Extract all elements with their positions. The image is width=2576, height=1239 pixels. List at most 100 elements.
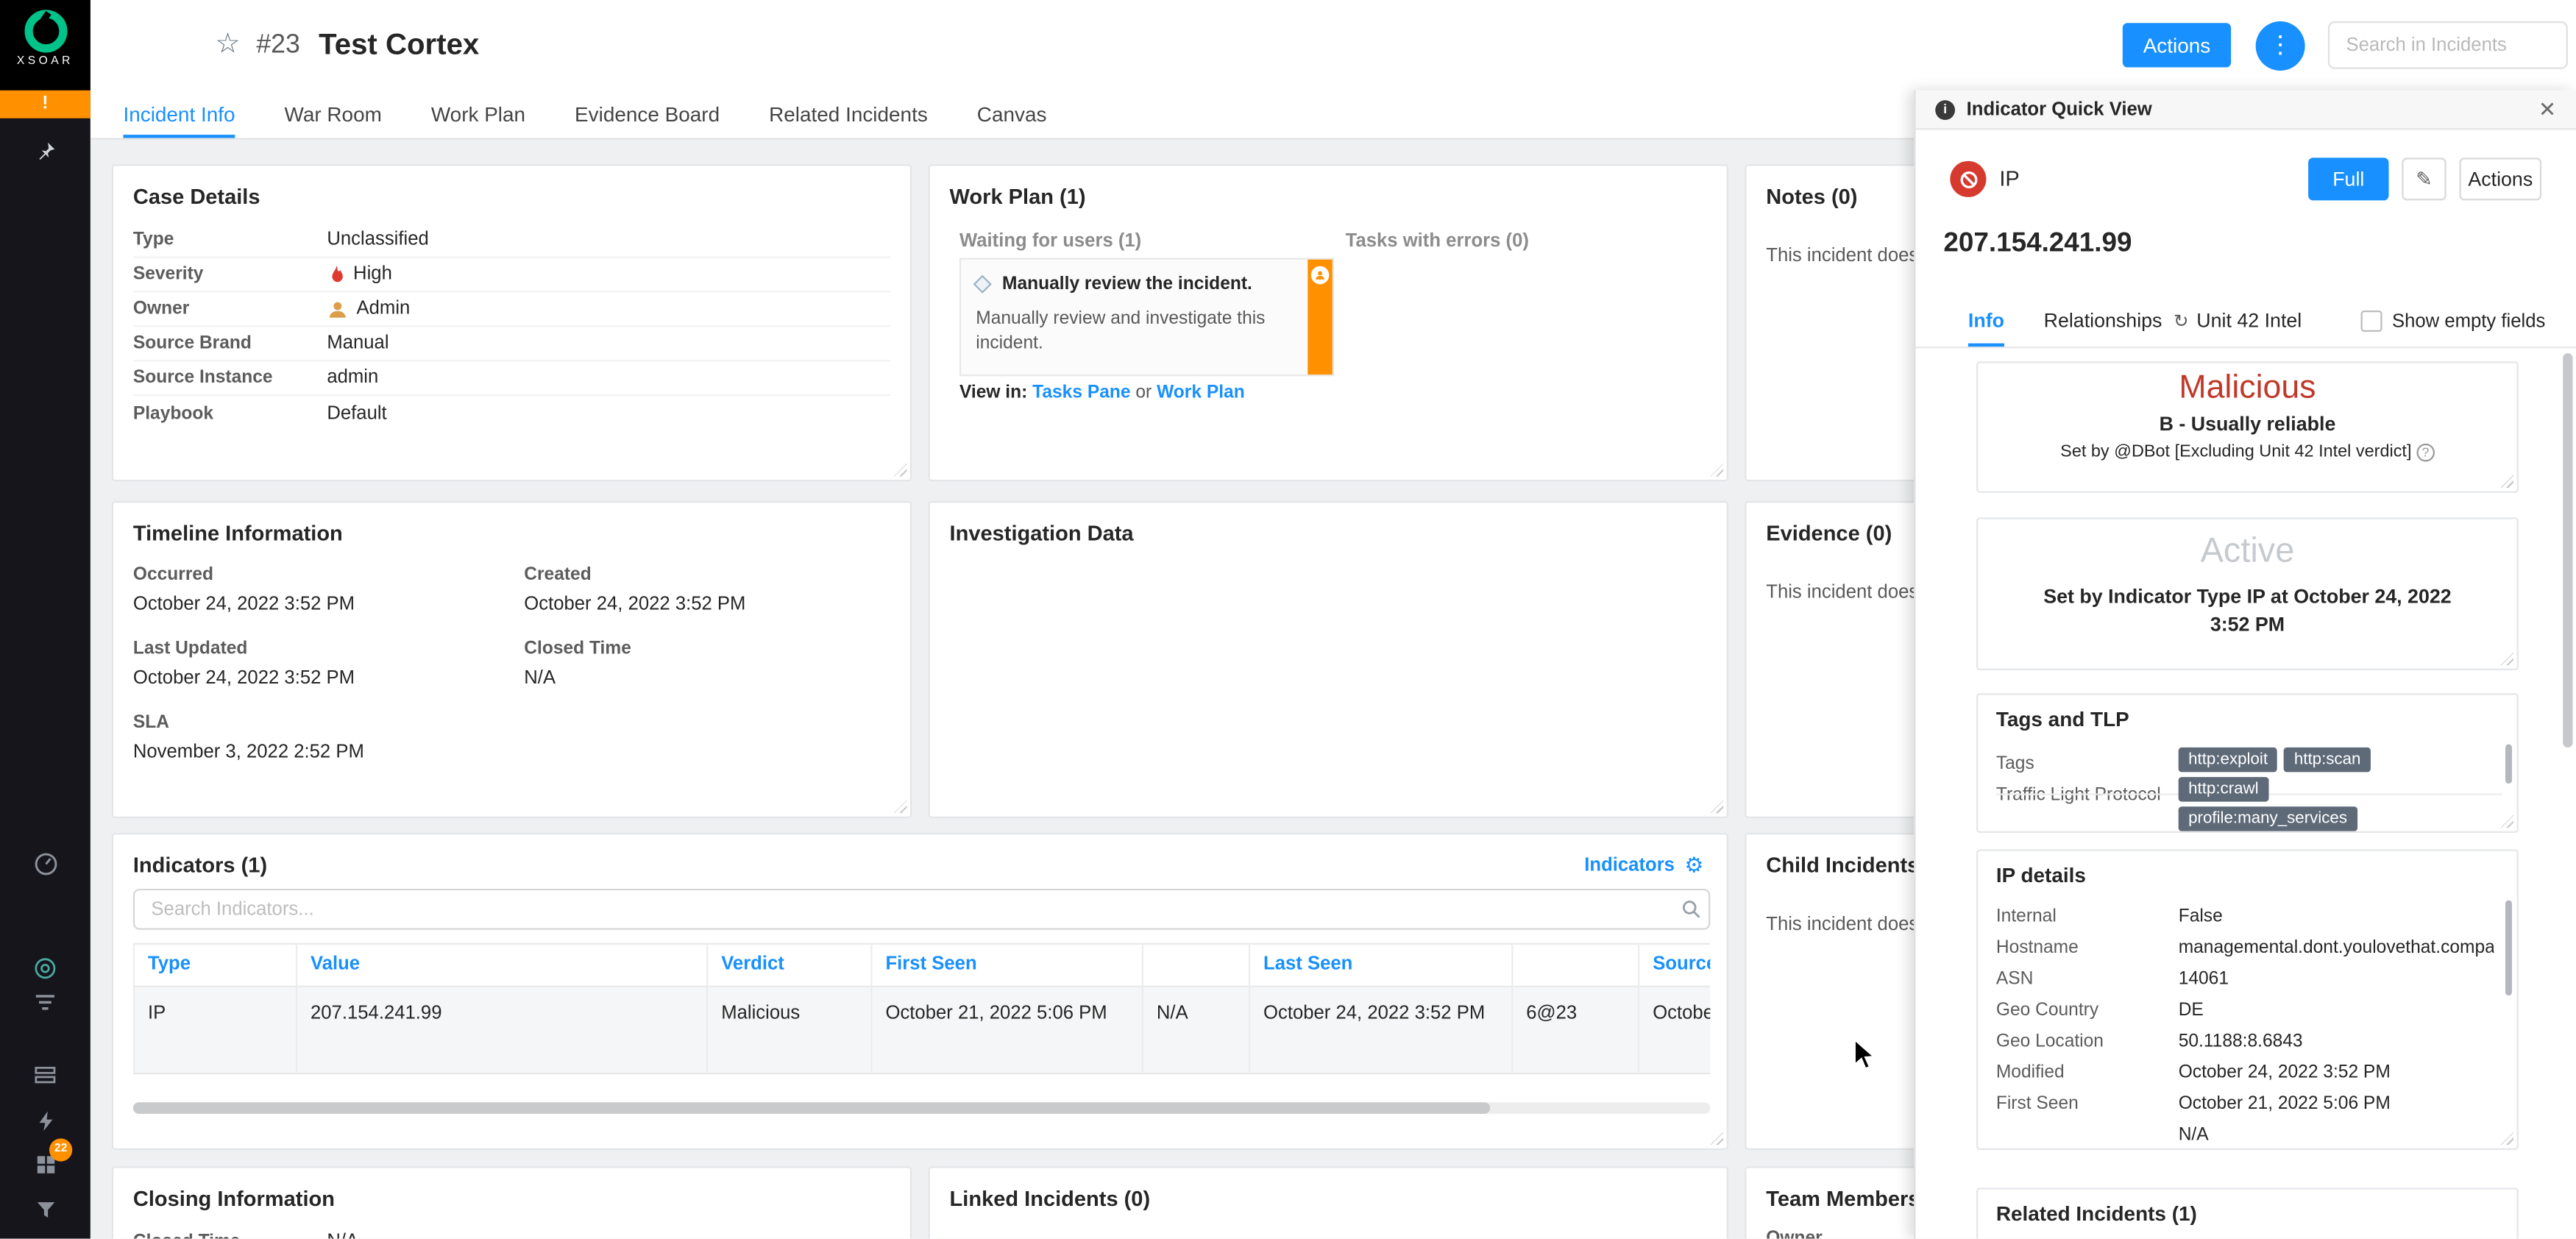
case-row-source-instance: Source Instance admin — [132, 361, 891, 397]
col-first-seen[interactable]: First Seen — [872, 942, 1144, 987]
tab-relationships[interactable]: Relationships — [2044, 309, 2162, 347]
scrollbar-thumb[interactable] — [132, 1102, 1490, 1114]
card-title: Investigation Data — [949, 520, 1134, 546]
detail-row-internal: Internal False — [1995, 906, 2223, 926]
detail-row-modified: Modified October 24, 2022 3:52 PM — [1995, 1062, 2391, 1082]
quick-view-title: Indicator Quick View — [1966, 99, 2152, 119]
automation-bolt-icon[interactable] — [0, 1101, 91, 1140]
indicators-table-header: Type Value Verdict First Seen Last Seen … — [132, 942, 1711, 987]
col-expiration[interactable] — [1143, 942, 1251, 987]
case-details-card: Case Details Type Unclassified Severity … — [111, 164, 912, 482]
tags-card-scrollbar[interactable] — [2505, 744, 2512, 784]
indicator-actions-button[interactable]: Actions — [2459, 157, 2542, 201]
app-root: XSOAR ! 22 ☆ #23 Test Cortex Actions ⋮ S… — [0, 0, 2576, 1239]
indicators-horizontal-scrollbar[interactable] — [132, 1102, 1711, 1114]
case-row-playbook: Playbook Default — [132, 403, 387, 423]
edit-icon[interactable]: ✎ — [2402, 157, 2447, 201]
tag-chip[interactable]: profile:many_services — [2178, 806, 2357, 831]
timeline-card: Timeline Information Occurred October 24… — [111, 501, 912, 818]
xsoar-logo[interactable]: XSOAR — [0, 0, 91, 90]
work-plan-link[interactable]: Work Plan — [1157, 383, 1245, 402]
col-value[interactable]: Value — [297, 942, 709, 987]
verdict-set-by: Set by @DBot [Excluding Unit 42 Intel ve… — [1978, 442, 2516, 461]
dashboard-gauge-icon[interactable] — [0, 845, 91, 884]
panel-scrollbar[interactable] — [2563, 353, 2573, 748]
indicators-table: Type Value Verdict First Seen Last Seen … — [132, 942, 1711, 1075]
col-last-seen[interactable]: Last Seen — [1250, 942, 1514, 987]
indicators-search-input[interactable] — [132, 888, 1711, 930]
close-icon[interactable]: ✕ — [2538, 96, 2556, 123]
threat-intel-target-icon[interactable] — [0, 948, 91, 987]
pin-icon[interactable] — [0, 132, 91, 171]
tasks-with-errors-header[interactable]: Tasks with errors (0) — [1346, 232, 1529, 252]
case-row-owner: Owner Admin — [132, 292, 891, 327]
settings-funnel-icon[interactable] — [0, 1190, 91, 1229]
task-item[interactable]: Manually review the incident. Manually r… — [959, 258, 1335, 377]
xsoar-logo-text: XSOAR — [16, 55, 74, 68]
show-empty-fields-label[interactable]: Show empty fields — [2392, 312, 2545, 332]
xsoar-logo-icon — [24, 10, 67, 53]
closing-information-card: Closing Information Closed Time N/A — [111, 1166, 912, 1239]
tasks-pane-link[interactable]: Tasks Pane — [1032, 383, 1130, 402]
case-details-rows: Type Unclassified Severity High Owner Ad… — [132, 224, 891, 430]
status-set-by: Set by Indicator Type IP at October 24, … — [2043, 584, 2452, 636]
sla-field: SLA November 3, 2022 2:52 PM — [132, 713, 364, 763]
actions-button[interactable]: Actions — [2122, 23, 2232, 68]
work-plan-card: Work Plan (1) Waiting for users (1) Task… — [928, 164, 1728, 482]
tag-chip[interactable]: http:exploit — [2178, 747, 2278, 773]
indicators-link[interactable]: Indicators — [1584, 856, 1675, 876]
cell-related-link[interactable]: 6@23 — [1513, 987, 1640, 1075]
playbooks-library-icon[interactable] — [0, 1057, 91, 1096]
more-options-button[interactable]: ⋮ — [2255, 21, 2305, 71]
indicator-status-text: Active — [2200, 532, 2295, 570]
incident-search-input[interactable] — [2327, 21, 2568, 69]
col-related[interactable] — [1513, 942, 1640, 987]
filter-lines-icon[interactable] — [0, 982, 91, 1022]
sidebar-nav: XSOAR ! 22 — [0, 0, 91, 1239]
card-title: Case Details — [132, 184, 260, 209]
col-verdict[interactable]: Verdict — [708, 942, 873, 987]
closed-time-row: Closed Time N/A — [133, 1232, 890, 1239]
tab-canvas[interactable]: Canvas — [977, 92, 1047, 138]
tab-unit42-intel[interactable]: Unit 42 Intel — [2196, 309, 2302, 347]
col-source-timestamp[interactable]: Source Timestamp — [1639, 942, 1711, 987]
ip-details-scrollbar[interactable] — [2505, 900, 2512, 996]
indicator-table-row[interactable]: IP 207.154.241.99 Malicious October 21, … — [132, 987, 1711, 1075]
case-row-severity: Severity High — [132, 258, 891, 293]
alert-banner[interactable]: ! — [0, 90, 91, 118]
search-icon — [1682, 901, 1700, 918]
ip-details-rows: Internal False Hostname managemental.don… — [1995, 901, 2499, 1149]
tab-evidence-board[interactable]: Evidence Board — [575, 92, 720, 138]
indicator-value: 207.154.241.99 — [1943, 228, 2132, 258]
reliability-text: B - Usually reliable — [2159, 412, 2336, 436]
tab-war-room[interactable]: War Room — [285, 92, 382, 138]
tab-incident-info[interactable]: Incident Info — [123, 92, 235, 138]
waiting-for-users-header[interactable]: Waiting for users (1) — [959, 232, 1141, 252]
tag-chip[interactable]: http:scan — [2284, 747, 2371, 773]
help-icon[interactable]: ? — [2416, 443, 2435, 461]
show-empty-fields-checkbox[interactable] — [2360, 310, 2382, 333]
tag-chips: http:exploit http:scan http:crawl profil… — [2178, 746, 2425, 831]
col-type[interactable]: Type — [132, 942, 298, 987]
verdict-text: Malicious — [2179, 369, 2316, 406]
marketplace-grid-icon[interactable] — [0, 1145, 91, 1185]
gear-icon[interactable]: ⚙ — [1684, 853, 1703, 879]
card-title: Work Plan (1) — [949, 184, 1086, 209]
detail-row-asn: ASN 14061 — [1995, 968, 2229, 989]
cell-type: IP — [132, 987, 298, 1075]
owner-avatar-icon — [329, 301, 346, 317]
mouse-cursor — [1853, 1038, 1876, 1070]
cell-value-link[interactable]: 207.154.241.99 — [297, 987, 709, 1075]
tab-info[interactable]: Info — [1968, 309, 2005, 347]
incident-header: ☆ #23 Test Cortex Actions ⋮ ? — [90, 0, 2576, 93]
case-row-source-brand: Source Brand Manual — [132, 327, 891, 362]
full-view-button[interactable]: Full — [2308, 157, 2389, 201]
favorite-star-icon[interactable]: ☆ — [215, 28, 240, 61]
incident-title: Test Cortex — [319, 27, 480, 61]
tag-chip[interactable]: http:crawl — [2178, 777, 2269, 802]
investigation-data-card: Investigation Data — [928, 501, 1728, 818]
detail-row-geo-country: Geo Country DE — [1995, 999, 2204, 1020]
tab-work-plan[interactable]: Work Plan — [431, 92, 525, 138]
tab-related-incidents[interactable]: Related Incidents — [769, 92, 928, 138]
incident-id: #23 — [256, 31, 300, 60]
